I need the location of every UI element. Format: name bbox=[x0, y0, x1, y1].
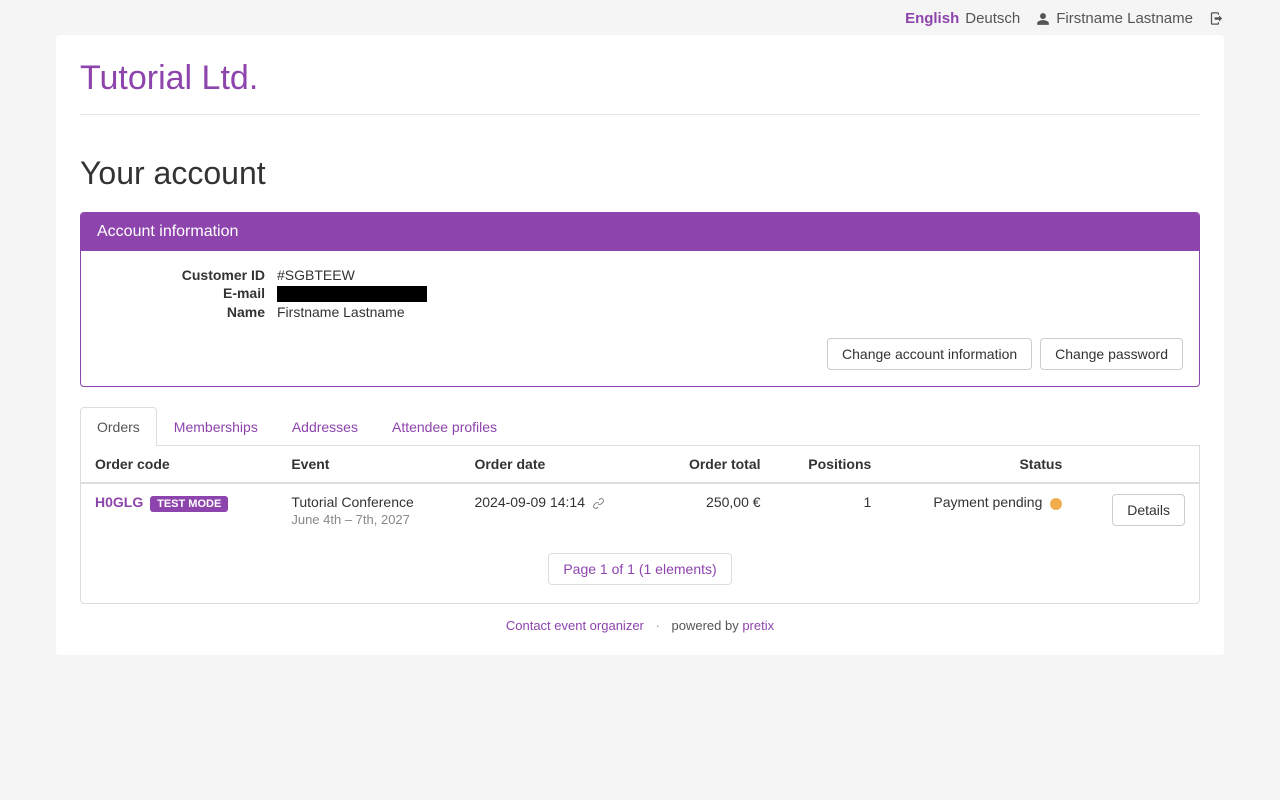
order-date-text: 2024-09-09 14:14 bbox=[474, 494, 585, 510]
cell-event: Tutorial Conference June 4th – 7th, 2027 bbox=[277, 483, 460, 537]
lang-deutsch[interactable]: Deutsch bbox=[965, 10, 1020, 27]
details-button[interactable]: Details bbox=[1112, 494, 1185, 526]
pretix-link[interactable]: pretix bbox=[742, 618, 774, 633]
cell-order-code: H0GLG TEST MODE bbox=[81, 483, 277, 537]
table-row: H0GLG TEST MODE Tutorial Conference June… bbox=[81, 483, 1199, 537]
panel-body: Customer ID #SGBTEEW E-mail Name Firstna… bbox=[81, 251, 1199, 386]
topbar: English Deutsch Firstname Lastname bbox=[0, 0, 1280, 35]
cell-order-total: 250,00 € bbox=[653, 483, 774, 537]
th-status: Status bbox=[885, 446, 1076, 483]
email-label: E-mail bbox=[97, 285, 277, 302]
pager-button[interactable]: Page 1 of 1 (1 elements) bbox=[548, 553, 731, 585]
info-row-customer-id: Customer ID #SGBTEEW bbox=[97, 267, 1183, 283]
brand-title: Tutorial Ltd. bbox=[80, 53, 1200, 115]
customer-id-label: Customer ID bbox=[97, 267, 277, 283]
status-text: Payment pending bbox=[933, 494, 1042, 510]
th-event: Event bbox=[277, 446, 460, 483]
info-row-name: Name Firstname Lastname bbox=[97, 304, 1183, 320]
order-code-link[interactable]: H0GLG bbox=[95, 494, 143, 510]
user-name: Firstname Lastname bbox=[1056, 10, 1193, 27]
cell-actions: Details bbox=[1076, 483, 1199, 537]
orders-panel: Order code Event Order date Order total … bbox=[80, 446, 1200, 604]
contact-organizer-link[interactable]: Contact event organizer bbox=[506, 618, 644, 633]
main-container: Tutorial Ltd. Your account Account infor… bbox=[56, 35, 1224, 655]
th-order-code: Order code bbox=[81, 446, 277, 483]
link-icon bbox=[592, 497, 605, 510]
email-value bbox=[277, 285, 1183, 302]
cell-order-date: 2024-09-09 14:14 bbox=[460, 483, 653, 537]
test-mode-badge: TEST MODE bbox=[150, 496, 228, 512]
panel-header: Account information bbox=[81, 213, 1199, 251]
name-value: Firstname Lastname bbox=[277, 304, 1183, 320]
pager: Page 1 of 1 (1 elements) bbox=[81, 537, 1199, 603]
panel-actions: Change account information Change passwo… bbox=[97, 338, 1183, 370]
user-icon bbox=[1036, 12, 1050, 26]
cell-positions: 1 bbox=[775, 483, 886, 537]
footer-separator: · bbox=[656, 618, 660, 633]
tab-attendee-profiles[interactable]: Attendee profiles bbox=[375, 407, 514, 446]
change-account-info-button[interactable]: Change account information bbox=[827, 338, 1032, 370]
th-order-date: Order date bbox=[460, 446, 653, 483]
user-menu[interactable]: Firstname Lastname bbox=[1036, 10, 1193, 27]
logout-icon[interactable] bbox=[1209, 11, 1224, 26]
language-switcher: English Deutsch bbox=[905, 10, 1020, 27]
footer: Contact event organizer · powered by pre… bbox=[80, 618, 1200, 633]
tab-addresses[interactable]: Addresses bbox=[275, 407, 375, 446]
event-dates: June 4th – 7th, 2027 bbox=[291, 512, 446, 527]
info-row-email: E-mail bbox=[97, 285, 1183, 302]
th-positions: Positions bbox=[775, 446, 886, 483]
account-info-panel: Account information Customer ID #SGBTEEW… bbox=[80, 212, 1200, 387]
status-pending-icon bbox=[1050, 498, 1062, 510]
customer-id-value: #SGBTEEW bbox=[277, 267, 1183, 283]
tab-orders[interactable]: Orders bbox=[80, 407, 157, 446]
redacted-email bbox=[277, 286, 427, 302]
tab-memberships[interactable]: Memberships bbox=[157, 407, 275, 446]
lang-english[interactable]: English bbox=[905, 10, 959, 27]
change-password-button[interactable]: Change password bbox=[1040, 338, 1183, 370]
page-title: Your account bbox=[80, 155, 1200, 192]
orders-table: Order code Event Order date Order total … bbox=[81, 446, 1199, 537]
event-name: Tutorial Conference bbox=[291, 494, 446, 510]
th-order-total: Order total bbox=[653, 446, 774, 483]
th-actions bbox=[1076, 446, 1199, 483]
tabs: Orders Memberships Addresses Attendee pr… bbox=[80, 407, 1200, 446]
powered-by-text: powered by bbox=[671, 618, 738, 633]
cell-status: Payment pending bbox=[885, 483, 1076, 537]
name-label: Name bbox=[97, 304, 277, 320]
